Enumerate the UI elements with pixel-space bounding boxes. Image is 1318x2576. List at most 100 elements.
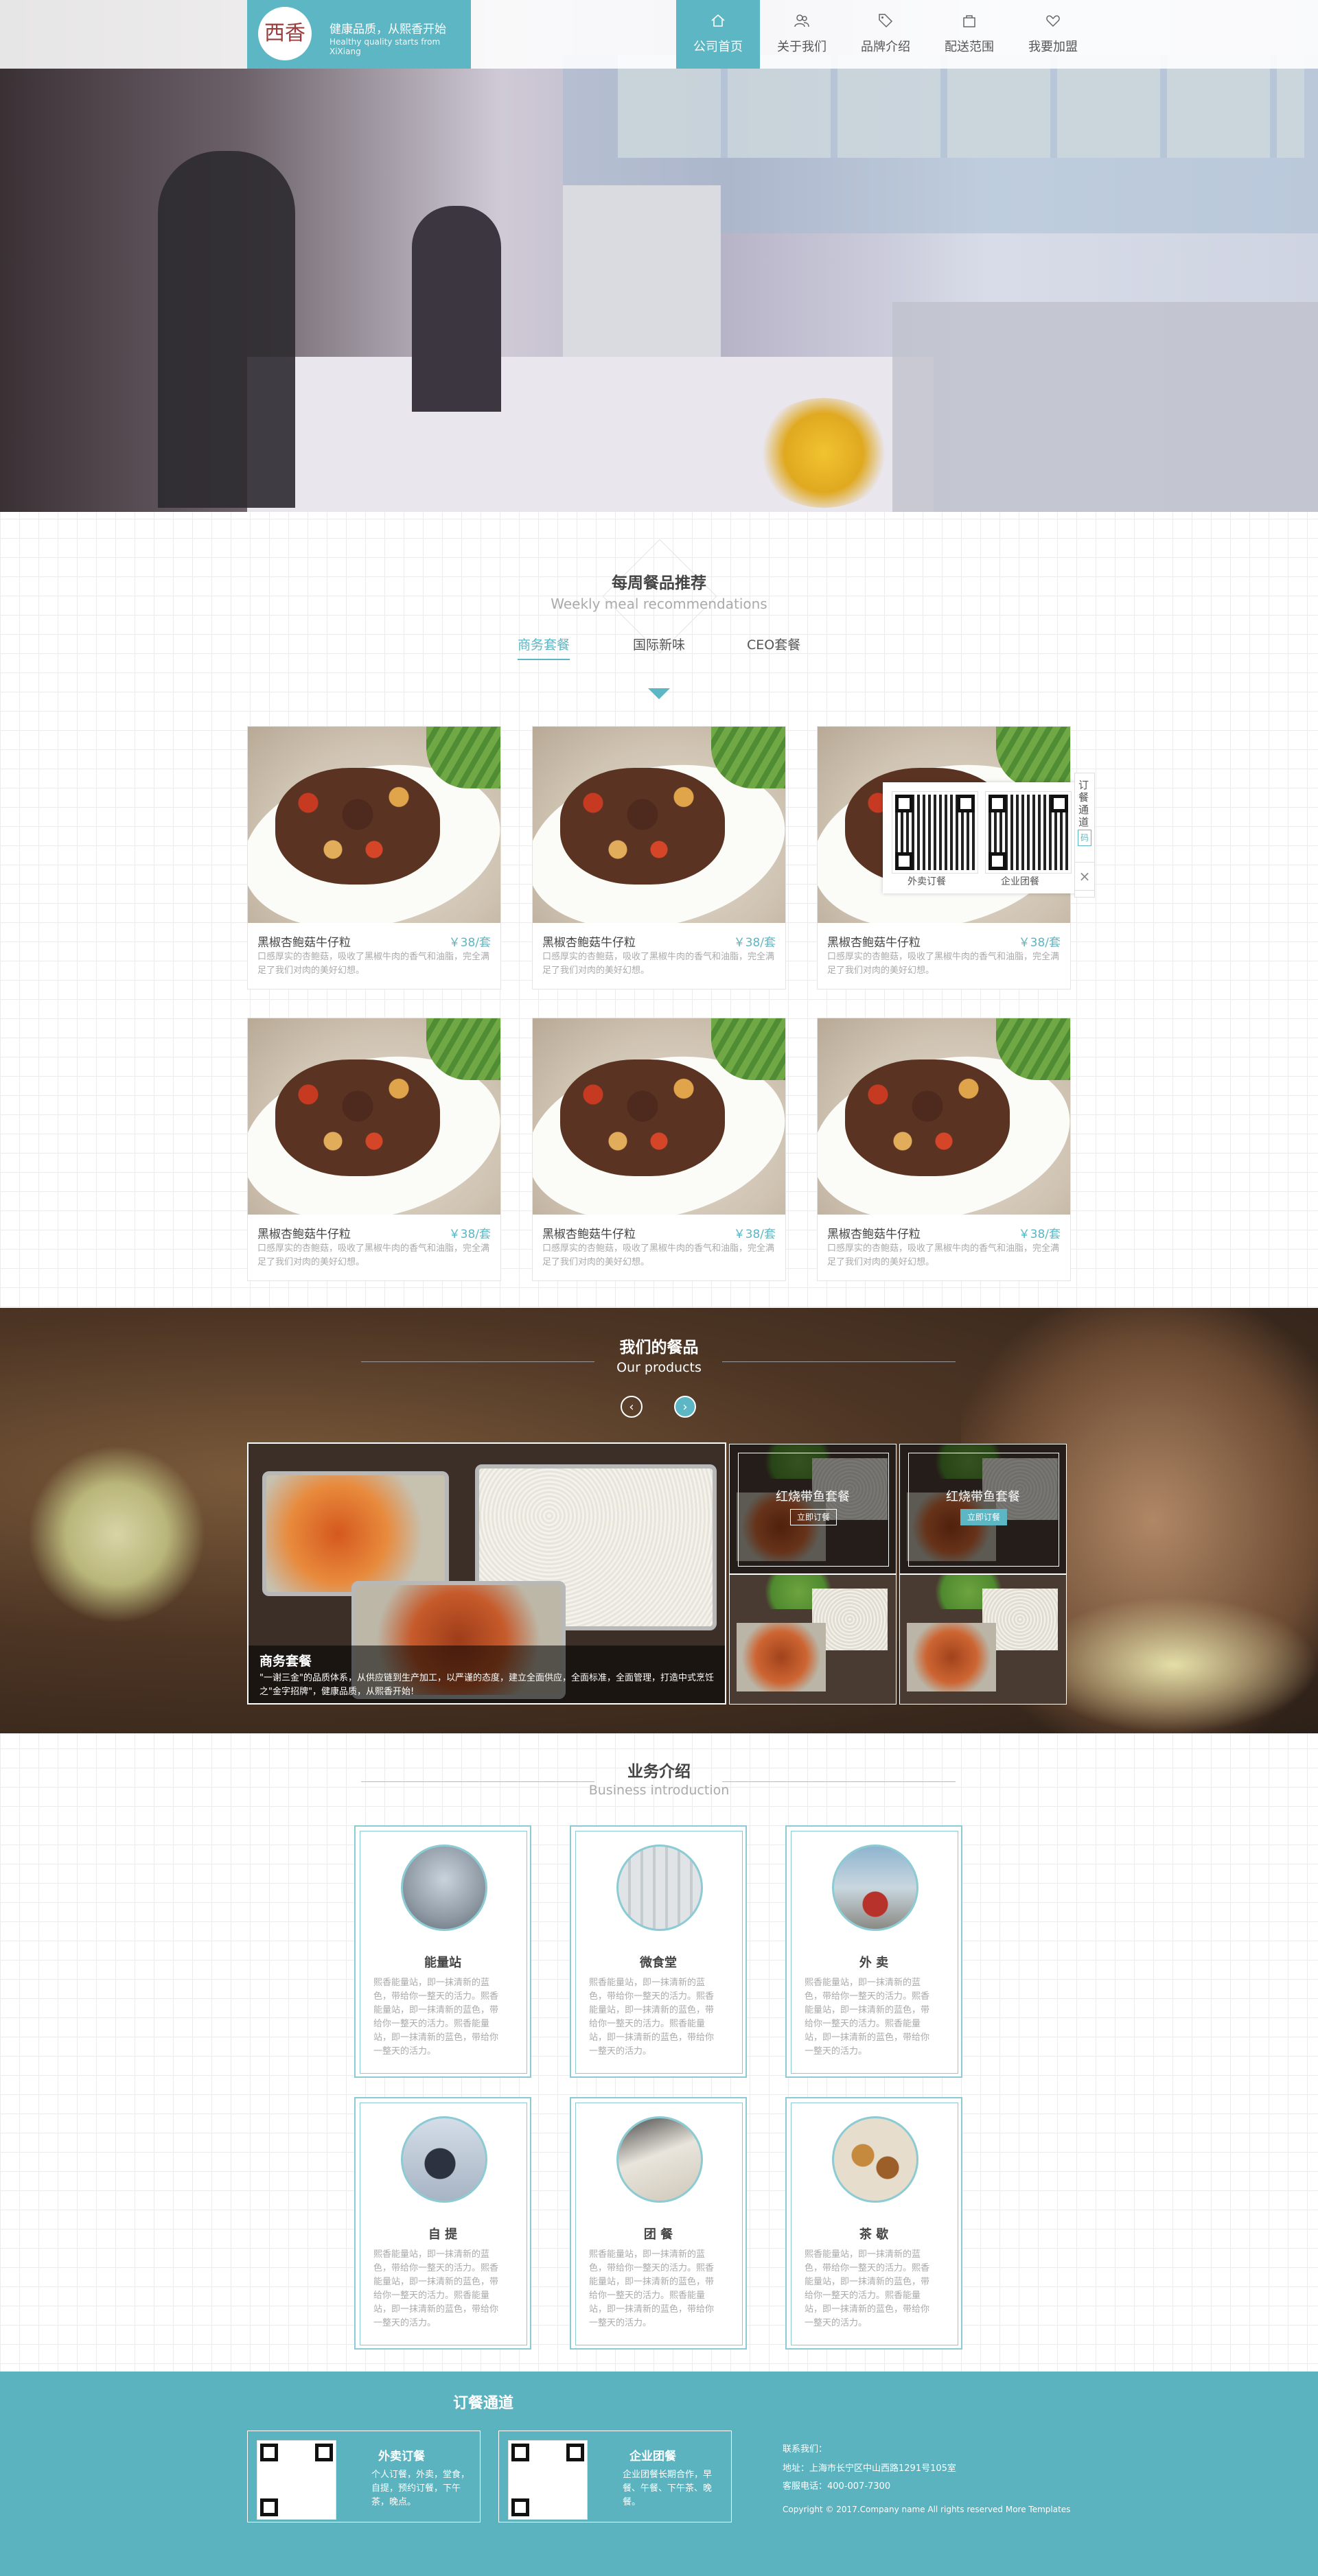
hero-display-case <box>892 302 1318 512</box>
business-card[interactable]: 茶 歇 熙香能量站，即一抹清新的蓝色，带给你一整天的活力。熙香能量站，即一抹清新… <box>785 2097 962 2350</box>
nav-label: 关于我们 <box>777 40 826 54</box>
product-thumb[interactable] <box>899 1574 1067 1705</box>
meal-image <box>248 727 500 923</box>
hero-customer <box>158 151 295 508</box>
product-thumb[interactable] <box>729 1574 897 1705</box>
prev-arrow-icon[interactable]: ‹ <box>621 1396 643 1418</box>
logo-block[interactable]: 西香 健康品质，从熙香开始 Healthy quality starts fro… <box>247 0 471 69</box>
qr-code-group <box>508 2440 588 2520</box>
business-photo <box>832 1845 918 1931</box>
meal-desc: 口感厚实的杏鲍菇，吸收了黑椒牛肉的香气和油脂，完全满足了我们对肉的美好幻想。 <box>542 952 775 976</box>
meal-name: 黑椒杏鲍菇牛仔粒 <box>257 1228 351 1241</box>
nav-brand[interactable]: 品牌介绍 <box>844 0 927 69</box>
bag-icon <box>963 15 975 27</box>
site-footer: 订餐通道 外卖订餐 个人订餐，外卖，堂食，自提，预约订餐，下午茶，晚点。 企业团… <box>0 2372 1318 2576</box>
business-item-title: 能量站 <box>424 1956 461 1970</box>
contact-address: 地址：上海市长宁区中山西路1291号105室 <box>783 2463 956 2474</box>
qr-label-takeout: 外卖订餐 <box>907 876 946 887</box>
nav-delivery[interactable]: 配送范围 <box>927 0 1011 69</box>
business-item-desc: 熙香能量站，即一抹清新的蓝色，带给你一整天的活力。熙香能量站，即一抹清新的蓝色，… <box>805 1978 930 2057</box>
nav-label: 我要加盟 <box>1028 40 1078 54</box>
hero-flowers <box>755 398 892 508</box>
business-item-desc: 熙香能量站，即一抹清新的蓝色，带给你一整天的活力。熙香能量站，即一抹清新的蓝色，… <box>589 2249 715 2328</box>
tab-ceo-meal[interactable]: CEO套餐 <box>747 635 800 659</box>
order-now-button[interactable]: 立即订餐 <box>960 1509 1007 1525</box>
nav-label: 配送范围 <box>945 40 994 54</box>
nav-about[interactable]: 关于我们 <box>760 0 844 69</box>
business-subtitle: Business introduction <box>588 1783 730 1798</box>
site-header: 西香 健康品质，从熙香开始 Healthy quality starts fro… <box>0 0 1318 69</box>
logo: 西香 <box>258 7 312 60</box>
copyright: Copyright © 2017.Company name All rights… <box>783 2505 1071 2514</box>
footer-takeout-box[interactable]: 外卖订餐 个人订餐，外卖，堂食，自提，预约订餐，下午茶，晚点。 <box>247 2431 481 2522</box>
meal-card[interactable]: 黑椒杏鲍菇牛仔粒 ￥38/套 口感厚实的杏鲍菇，吸收了黑椒牛肉的香气和油脂，完全… <box>247 1018 501 1281</box>
nav-franchise[interactable]: 我要加盟 <box>1011 0 1095 69</box>
nav-label: 品牌介绍 <box>861 40 910 54</box>
meal-name: 黑椒杏鲍菇牛仔粒 <box>827 936 921 950</box>
meal-image <box>533 727 785 923</box>
business-item-title: 团 餐 <box>643 2227 673 2242</box>
business-item-title: 微食堂 <box>640 1956 677 1970</box>
business-card[interactable]: 自 提 熙香能量站，即一抹清新的蓝色，带给你一整天的活力。熙香能量站，即一抹清新… <box>354 2097 531 2350</box>
footer-box-title: 外卖订餐 <box>378 2450 425 2463</box>
featured-product[interactable]: 商务套餐 "一谢三金"的品质体系，从供应链到生产加工，以严谨的态度，建立全面供应… <box>247 1442 726 1705</box>
featured-text: "一谢三金"的品质体系，从供应链到生产加工，以严谨的态度，建立全面供应，全面标准… <box>259 1673 714 1697</box>
tray-image <box>262 1471 449 1596</box>
meal-image <box>818 1018 1070 1215</box>
qr-code-takeout <box>257 2440 336 2520</box>
business-item-desc: 熙香能量站，即一抹清新的蓝色，带给你一整天的活力。熙香能量站，即一抹清新的蓝色，… <box>589 1978 715 2057</box>
close-icon[interactable]: × <box>1074 862 1095 891</box>
footer-box-text: 个人订餐，外卖，堂食，自提，预约订餐，下午茶，晚点。 <box>371 2470 470 2507</box>
meal-price: ￥38/套 <box>448 936 491 950</box>
thumb-title: 红烧带鱼套餐 <box>776 1490 850 1504</box>
business-item-title: 自 提 <box>428 2227 458 2242</box>
business-card[interactable]: 外 卖 熙香能量站，即一抹清新的蓝色，带给你一整天的活力。熙香能量站，即一抹清新… <box>785 1825 962 2078</box>
meal-name: 黑椒杏鲍菇牛仔粒 <box>257 936 351 950</box>
tab-business-meal[interactable]: 商务套餐 <box>518 635 570 660</box>
business-photo <box>616 1845 703 1931</box>
meal-card[interactable]: 黑椒杏鲍菇牛仔粒 ￥38/套 口感厚实的杏鲍菇，吸收了黑椒牛肉的香气和油脂，完全… <box>817 1018 1071 1281</box>
divider-line <box>722 1781 956 1782</box>
meal-price: ￥38/套 <box>1018 936 1061 950</box>
business-card[interactable]: 微食堂 熙香能量站，即一抹清新的蓝色，带给你一整天的活力。熙香能量站，即一抹清新… <box>570 1825 747 2078</box>
meal-desc: 口感厚实的杏鲍菇，吸收了黑椒牛肉的香气和油脂，完全满足了我们对肉的美好幻想。 <box>257 1243 490 1267</box>
tab-international[interactable]: 国际新味 <box>633 635 685 659</box>
business-card[interactable]: 能量站 熙香能量站，即一抹清新的蓝色，带给你一整天的活力。熙香能量站，即一抹清新… <box>354 1825 531 2078</box>
tag-icon <box>879 14 893 28</box>
products-subtitle: Our products <box>616 1360 702 1375</box>
meal-desc: 口感厚实的杏鲍菇，吸收了黑椒牛肉的香气和油脂，完全满足了我们对肉的美好幻想。 <box>257 952 490 976</box>
divider-line <box>361 1781 594 1782</box>
tab-indicator-arrow <box>648 688 670 699</box>
meal-card[interactable]: 黑椒杏鲍菇牛仔粒 ￥38/套 口感厚实的杏鲍菇，吸收了黑椒牛肉的香气和油脂，完全… <box>532 1018 786 1281</box>
business-photo <box>616 2116 703 2203</box>
slogan-cn: 健康品质，从熙香开始 <box>330 23 446 36</box>
business-item-desc: 熙香能量站，即一抹清新的蓝色，带给你一整天的活力。熙香能量站，即一抹清新的蓝色，… <box>373 1978 499 2057</box>
products-title: 我们的餐品 <box>619 1339 699 1357</box>
meal-name: 黑椒杏鲍菇牛仔粒 <box>542 936 636 950</box>
slogan-en: Healthy quality starts from XiXiang <box>330 37 441 56</box>
product-thumb[interactable]: 红烧带鱼套餐 立即订餐 <box>899 1444 1067 1574</box>
meal-image <box>533 1018 785 1215</box>
next-arrow-icon[interactable]: › <box>674 1396 696 1418</box>
footer-group-box[interactable]: 企业团餐 企业团餐长期合作，早餐、午餐、下午茶、晚餐。 <box>498 2431 732 2522</box>
product-thumb[interactable]: 红烧带鱼套餐 立即订餐 <box>729 1444 897 1574</box>
business-photo <box>401 1845 487 1931</box>
business-item-desc: 熙香能量站，即一抹清新的蓝色，带给你一整天的活力。熙香能量站，即一抹清新的蓝色，… <box>373 2249 499 2328</box>
featured-caption: 商务套餐 "一谢三金"的品质体系，从供应链到生产加工，以严谨的态度，建立全面供应… <box>248 1646 725 1703</box>
meal-price: ￥38/套 <box>733 1228 776 1241</box>
meal-desc: 口感厚实的杏鲍菇，吸收了黑椒牛肉的香气和油脂，完全满足了我们对肉的美好幻想。 <box>542 1243 775 1267</box>
business-card[interactable]: 团 餐 熙香能量站，即一抹清新的蓝色，带给你一整天的活力。熙香能量站，即一抹清新… <box>570 2097 747 2350</box>
weekly-subtitle: Weekly meal recommendations <box>551 596 767 612</box>
nav-home[interactable]: 公司首页 <box>676 0 760 69</box>
meal-card[interactable]: 黑椒杏鲍菇牛仔粒 ￥38/套 口感厚实的杏鲍菇，吸收了黑椒牛肉的香气和油脂，完全… <box>532 726 786 990</box>
order-now-button[interactable]: 立即订餐 <box>790 1509 837 1525</box>
business-item-title: 外 卖 <box>859 1956 889 1970</box>
contact-title: 联系我们： <box>783 2444 828 2455</box>
business-photo <box>832 2116 918 2203</box>
meal-price: ￥38/套 <box>448 1228 491 1241</box>
meal-card[interactable]: 黑椒杏鲍菇牛仔粒 ￥38/套 口感厚实的杏鲍菇，吸收了黑椒牛肉的香气和油脂，完全… <box>247 726 501 990</box>
qr-code-group <box>985 791 1072 874</box>
home-icon <box>711 14 725 27</box>
qr-toggle-icon[interactable]: 码 <box>1078 830 1091 846</box>
business-item-title: 茶 歇 <box>859 2227 889 2242</box>
